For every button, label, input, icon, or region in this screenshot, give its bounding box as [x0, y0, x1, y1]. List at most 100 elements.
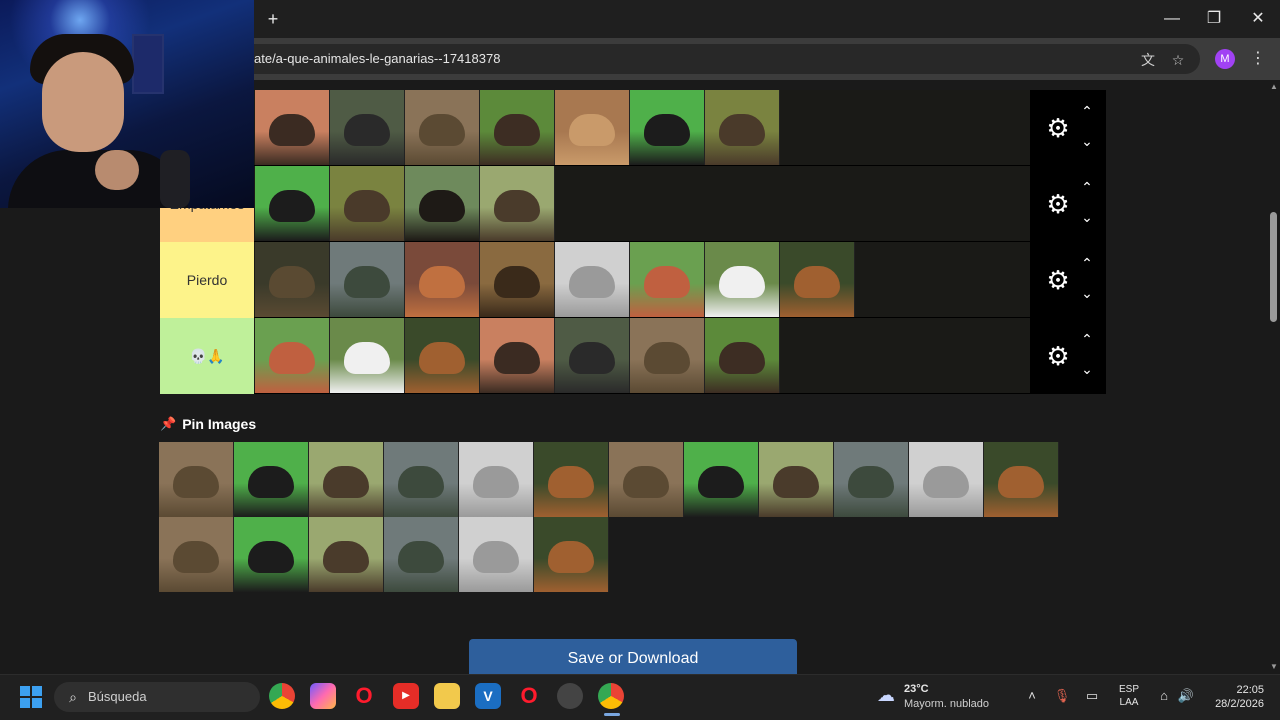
african-wild-dog-image[interactable]: [330, 166, 405, 241]
file-explorer-icon[interactable]: [434, 683, 460, 709]
weather-temperature[interactable]: 23°C: [904, 683, 929, 695]
minimize-button[interactable]: —: [1158, 6, 1186, 32]
save-or-download-button[interactable]: Save or Download: [469, 639, 797, 674]
star-icon[interactable]: ☆: [1168, 50, 1188, 70]
profile-avatar[interactable]: M: [1215, 49, 1235, 69]
cassowary-silhouette: [644, 114, 690, 146]
anaconda-image[interactable]: [255, 242, 330, 317]
taskbar-search[interactable]: [54, 682, 260, 712]
v-app-icon[interactable]: V: [475, 683, 501, 709]
kangaroo-image[interactable]: [630, 242, 705, 317]
gear-icon[interactable]: ⚙: [1044, 190, 1072, 218]
koala-image[interactable]: [234, 517, 309, 592]
spider-monkey-image[interactable]: [534, 442, 609, 517]
weather-description[interactable]: Mayorm. nublado: [904, 698, 989, 710]
chevron-up-icon[interactable]: ⌃: [1078, 178, 1096, 196]
rottweiler-image[interactable]: [705, 318, 780, 393]
cougar-small-image[interactable]: [480, 166, 555, 241]
chevron-up-icon[interactable]: ˄: [1022, 686, 1042, 706]
app-icon[interactable]: [557, 683, 583, 709]
sun-bear-image[interactable]: [255, 166, 330, 241]
green-iguana-image[interactable]: [909, 442, 984, 517]
panda-image[interactable]: [705, 242, 780, 317]
peacock-image[interactable]: [984, 442, 1059, 517]
hippo-with-people-image[interactable]: [384, 517, 459, 592]
gear-icon[interactable]: ⚙: [1044, 114, 1072, 142]
deer-image[interactable]: [234, 442, 309, 517]
chevron-down-icon[interactable]: ⌄: [1078, 208, 1096, 226]
chrome-icon[interactable]: [269, 683, 295, 709]
scroll-down-arrow[interactable]: ▼: [1268, 662, 1280, 672]
wolverine-image[interactable]: [405, 166, 480, 241]
snow-leopard-image[interactable]: [555, 242, 630, 317]
tortoise-silhouette: [548, 541, 594, 573]
chevron-down-icon[interactable]: ⌄: [1078, 132, 1096, 150]
chevron-down-icon[interactable]: ⌄: [1078, 360, 1096, 378]
display-icon[interactable]: ▭: [1082, 686, 1102, 706]
tiger-image[interactable]: [330, 318, 405, 393]
chevron-up-icon[interactable]: ⌃: [1078, 102, 1096, 120]
scroll-thumb[interactable]: [1270, 212, 1277, 322]
mandrill-image[interactable]: [330, 90, 405, 165]
marine-iguana-image[interactable]: [684, 442, 759, 517]
url-text[interactable]: ate/a-que-animales-le-ganarias--17418378: [254, 51, 500, 66]
koala-silhouette: [248, 541, 294, 573]
sloth-image[interactable]: [159, 517, 234, 592]
gear-icon[interactable]: ⚙: [1044, 342, 1072, 370]
hare-image[interactable]: [309, 517, 384, 592]
windows-start-icon[interactable]: [20, 686, 42, 708]
streamer-hand: [95, 150, 139, 190]
orangutan-image[interactable]: [405, 242, 480, 317]
gear-icon[interactable]: ⚙: [1044, 266, 1072, 294]
chevron-down-icon[interactable]: ⌄: [1078, 284, 1096, 302]
ram-image[interactable]: [159, 442, 234, 517]
tortoise-image[interactable]: [534, 517, 609, 592]
donkey-image[interactable]: [480, 90, 555, 165]
eagle-image[interactable]: [705, 90, 780, 165]
restore-button[interactable]: ❐: [1200, 6, 1228, 32]
german-shepherd-silhouette: [794, 266, 840, 298]
scroll-up-arrow[interactable]: ▲: [1268, 82, 1280, 92]
tasmanian-devil-image[interactable]: [384, 442, 459, 517]
translate-icon[interactable]: 文: [1138, 50, 1158, 70]
network-icon[interactable]: ⌂: [1154, 686, 1174, 706]
new-tab-button[interactable]: +: [262, 8, 284, 30]
moose-image[interactable]: [480, 242, 555, 317]
language-indicator[interactable]: ESP LAA: [1116, 683, 1142, 709]
system-clock[interactable]: 22:05 28/2/2026: [1200, 683, 1264, 711]
orangutan-silhouette: [419, 266, 465, 298]
sea-turtle-image[interactable]: [459, 517, 534, 592]
crocodile-lying-image[interactable]: [405, 90, 480, 165]
microphone-icon[interactable]: 🎙: [1052, 686, 1072, 706]
alligator-image[interactable]: [309, 442, 384, 517]
close-window-button[interactable]: ✕: [1244, 6, 1272, 32]
camel-image[interactable]: [759, 442, 834, 517]
tier-controls: ⚙ ⌃ ⌄: [1030, 166, 1106, 242]
weather-cloud-icon[interactable]: ☁: [874, 683, 898, 707]
raccoon-image[interactable]: [459, 442, 534, 517]
jackal-image[interactable]: [555, 90, 630, 165]
tier-label[interactable]: Pierdo: [160, 242, 254, 318]
cassowary-image[interactable]: [630, 90, 705, 165]
german-shepherd-image[interactable]: [780, 242, 855, 317]
volume-icon[interactable]: 🔊: [1176, 686, 1196, 706]
polar-bear-image[interactable]: [255, 318, 330, 393]
llama-image[interactable]: [834, 442, 909, 517]
page-scrollbar[interactable]: [1268, 80, 1280, 674]
chevron-up-icon[interactable]: ⌃: [1078, 254, 1096, 272]
tier-label[interactable]: 💀🙏: [160, 318, 254, 394]
puma-image[interactable]: [480, 318, 555, 393]
browser-menu-icon[interactable]: ⋮: [1250, 48, 1266, 70]
youtube-icon[interactable]: ▶: [393, 683, 419, 709]
chrome-profile-icon[interactable]: [598, 683, 624, 709]
honey-badger-image[interactable]: [255, 90, 330, 165]
opera-icon[interactable]: O: [351, 683, 377, 709]
cheetah-image[interactable]: [555, 318, 630, 393]
kangal-dog-image[interactable]: [405, 318, 480, 393]
skunk-image[interactable]: [609, 442, 684, 517]
chevron-up-icon[interactable]: ⌃: [1078, 330, 1096, 348]
komodo-dragon-image[interactable]: [330, 242, 405, 317]
copilot-icon[interactable]: [310, 683, 336, 709]
hyena-image[interactable]: [630, 318, 705, 393]
opera-gx-icon[interactable]: O: [516, 683, 542, 709]
